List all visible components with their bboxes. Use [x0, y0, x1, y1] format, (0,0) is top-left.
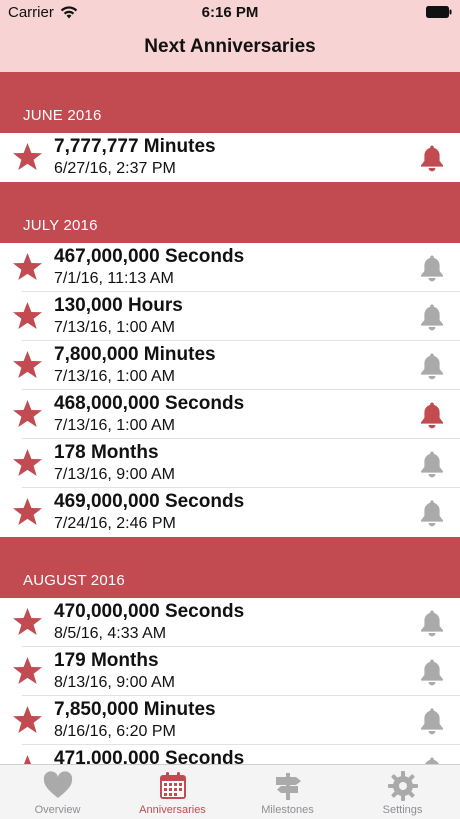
- anniversary-date: 7/13/16, 9:00 AM: [54, 466, 175, 483]
- anniversary-title: 470,000,000 Seconds: [54, 601, 245, 622]
- anniversary-date: 8/16/16, 6:20 PM: [54, 723, 176, 740]
- status-bar: Carrier 6:16 PM: [0, 0, 460, 26]
- anniversary-row[interactable]: 178 Months 7/13/16, 9:00 AM: [0, 439, 460, 488]
- bell-icon[interactable]: [417, 351, 447, 381]
- bell-icon[interactable]: [417, 706, 447, 736]
- anniversary-title: 7,850,000 Minutes: [54, 699, 216, 720]
- bell-icon[interactable]: [417, 302, 447, 332]
- anniversary-row[interactable]: 179 Months 8/13/16, 9:00 AM: [0, 647, 460, 696]
- anniversary-row[interactable]: 469,000,000 Seconds 7/24/16, 2:46 PM: [0, 488, 460, 537]
- anniversary-date: 7/13/16, 1:00 AM: [54, 368, 175, 385]
- tab-label: Anniversaries: [139, 804, 206, 816]
- anniversary-row[interactable]: 468,000,000 Seconds 7/13/16, 1:00 AM: [0, 390, 460, 439]
- anniversary-row[interactable]: 467,000,000 Seconds 7/1/16, 11:13 AM: [0, 243, 460, 292]
- anniversaries-list[interactable]: JUNE 2016 7,777,777 Minutes 6/27/16, 2:37 …: [0, 72, 460, 764]
- section-header-label: JULY 2016: [23, 217, 98, 234]
- anniversary-title: 7,777,777 Minutes: [54, 136, 216, 157]
- anniversary-title: 7,800,000 Minutes: [54, 344, 216, 365]
- tab-label: Milestones: [261, 804, 314, 816]
- section-header: JUNE 2016: [0, 72, 460, 133]
- tab-anniversaries[interactable]: Anniversaries: [115, 765, 230, 819]
- bell-icon[interactable]: [417, 400, 447, 430]
- status-time: 6:16 PM: [201, 4, 259, 21]
- tab-label: Settings: [382, 804, 423, 816]
- star-icon[interactable]: [12, 301, 43, 332]
- bell-icon[interactable]: [417, 143, 447, 173]
- anniversary-date: 7/13/16, 1:00 AM: [54, 417, 175, 434]
- anniversary-title: 467,000,000 Seconds: [54, 246, 245, 267]
- star-icon[interactable]: [12, 448, 43, 479]
- anniversary-row[interactable]: 7,777,777 Minutes 6/27/16, 2:37 PM: [0, 133, 460, 182]
- bell-icon[interactable]: [417, 498, 447, 528]
- tab-settings[interactable]: Settings: [345, 765, 460, 819]
- section-header: JULY 2016: [0, 182, 460, 243]
- anniversary-title: 468,000,000 Seconds: [54, 393, 245, 414]
- star-icon[interactable]: [12, 497, 43, 528]
- navigation-bar: Next Anniversaries: [0, 26, 460, 73]
- section-header-label: AUGUST 2016: [23, 572, 125, 589]
- anniversary-date: 7/1/16, 11:13 AM: [54, 270, 174, 287]
- anniversary-date: 8/5/16, 4:33 AM: [54, 625, 167, 642]
- star-icon[interactable]: [12, 350, 43, 381]
- star-icon[interactable]: [12, 252, 43, 283]
- gear-icon: [387, 771, 418, 801]
- tab-milestones[interactable]: Milestones: [230, 765, 345, 819]
- section-header-label: JUNE 2016: [23, 107, 102, 124]
- anniversary-row[interactable]: 471,000,000 Seconds8/16/16, 6:20 PM: [0, 745, 460, 764]
- calendar-icon: [159, 772, 186, 799]
- anniversary-row[interactable]: 130,000 Hours 7/13/16, 1:00 AM: [0, 292, 460, 341]
- bell-icon[interactable]: [417, 755, 447, 764]
- battery-icon: [426, 6, 452, 18]
- bell-icon[interactable]: [417, 449, 447, 479]
- anniversary-title: 471,000,000 Seconds: [54, 748, 245, 764]
- anniversary-date: 7/13/16, 1:00 AM: [54, 319, 175, 336]
- anniversary-title: 179 Months: [54, 650, 159, 671]
- bell-icon[interactable]: [417, 608, 447, 638]
- bell-icon[interactable]: [417, 657, 447, 687]
- star-icon[interactable]: [12, 607, 43, 638]
- section-header: AUGUST 2016: [0, 537, 460, 598]
- anniversary-title: 130,000 Hours: [54, 295, 183, 316]
- tab-bar: Overview Anniversaries Milestones Settings: [0, 764, 460, 819]
- anniversary-title: 469,000,000 Seconds: [54, 491, 245, 512]
- anniversary-row[interactable]: 7,850,000 Minutes 8/16/16, 6:20 PM: [0, 696, 460, 745]
- anniversary-row[interactable]: 7,800,000 Minutes 7/13/16, 1:00 AM: [0, 341, 460, 390]
- tab-label: Overview: [34, 804, 81, 816]
- star-icon[interactable]: [12, 705, 43, 736]
- bell-icon[interactable]: [417, 253, 447, 283]
- star-icon[interactable]: [12, 754, 43, 764]
- anniversary-date: 7/24/16, 2:46 PM: [54, 515, 176, 532]
- page-title: Next Anniversaries: [144, 36, 316, 57]
- anniversary-title: 178 Months: [54, 442, 159, 463]
- star-icon[interactable]: [12, 399, 43, 430]
- signpost-icon: [275, 773, 301, 800]
- heart-icon: [43, 771, 72, 798]
- anniversary-date: 8/13/16, 9:00 AM: [54, 674, 175, 691]
- star-icon[interactable]: [12, 656, 43, 687]
- tab-overview[interactable]: Overview: [0, 765, 115, 819]
- star-icon[interactable]: [12, 142, 43, 173]
- anniversary-date: 6/27/16, 2:37 PM: [54, 160, 176, 177]
- anniversary-row[interactable]: 470,000,000 Seconds 8/5/16, 4:33 AM: [0, 598, 460, 647]
